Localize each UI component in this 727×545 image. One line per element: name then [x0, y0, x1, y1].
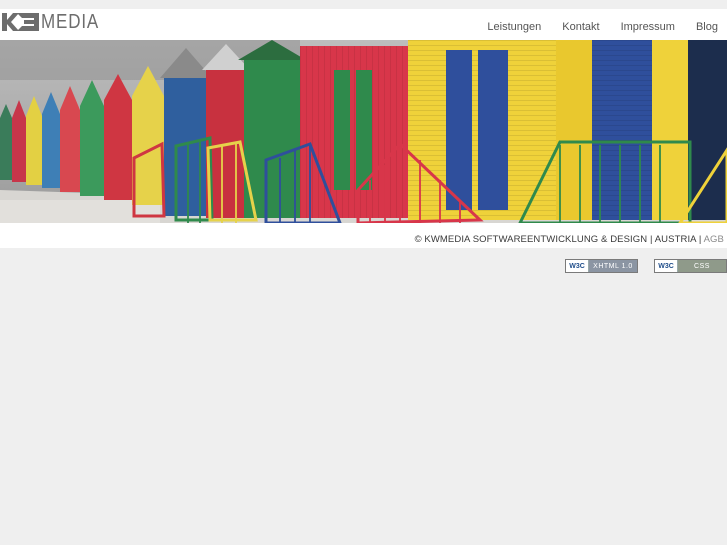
logo-mark-icon: [0, 11, 40, 33]
footer-copyright: © KWMEDIA SOFTWAREENTWICKLUNG & DESIGN |…: [415, 234, 724, 245]
beach-huts-illustration: [0, 40, 727, 223]
nav-item-blog[interactable]: Blog: [696, 21, 718, 33]
w3c-logo-icon: W3C: [566, 260, 589, 272]
logo-text: MEDIA: [41, 10, 100, 33]
footer-bar: © KWMEDIA SOFTWAREENTWICKLUNG & DESIGN |…: [0, 223, 727, 248]
agb-link[interactable]: AGB: [704, 234, 724, 245]
copyright-text: © KWMEDIA SOFTWAREENTWICKLUNG & DESIGN |…: [414, 234, 702, 245]
css-valid-badge[interactable]: W3C CSS: [654, 259, 727, 273]
main-nav: Leistungen Kontakt Impressum Blog: [466, 21, 718, 33]
nav-item-leistungen[interactable]: Leistungen: [487, 21, 541, 33]
xhtml-badge-label: XHTML 1.0: [589, 260, 637, 272]
nav-item-impressum[interactable]: Impressum: [621, 21, 675, 33]
page: MEDIA Leistungen Kontakt Impressum Blog: [0, 0, 727, 545]
hero-image: [0, 40, 727, 223]
header: MEDIA Leistungen Kontakt Impressum Blog: [0, 9, 727, 40]
nav-item-kontakt[interactable]: Kontakt: [562, 21, 599, 33]
logo[interactable]: MEDIA: [0, 10, 109, 34]
w3c-logo-icon: W3C: [655, 260, 678, 272]
xhtml-valid-badge[interactable]: W3C XHTML 1.0: [565, 259, 638, 273]
css-badge-label: CSS: [678, 260, 726, 272]
